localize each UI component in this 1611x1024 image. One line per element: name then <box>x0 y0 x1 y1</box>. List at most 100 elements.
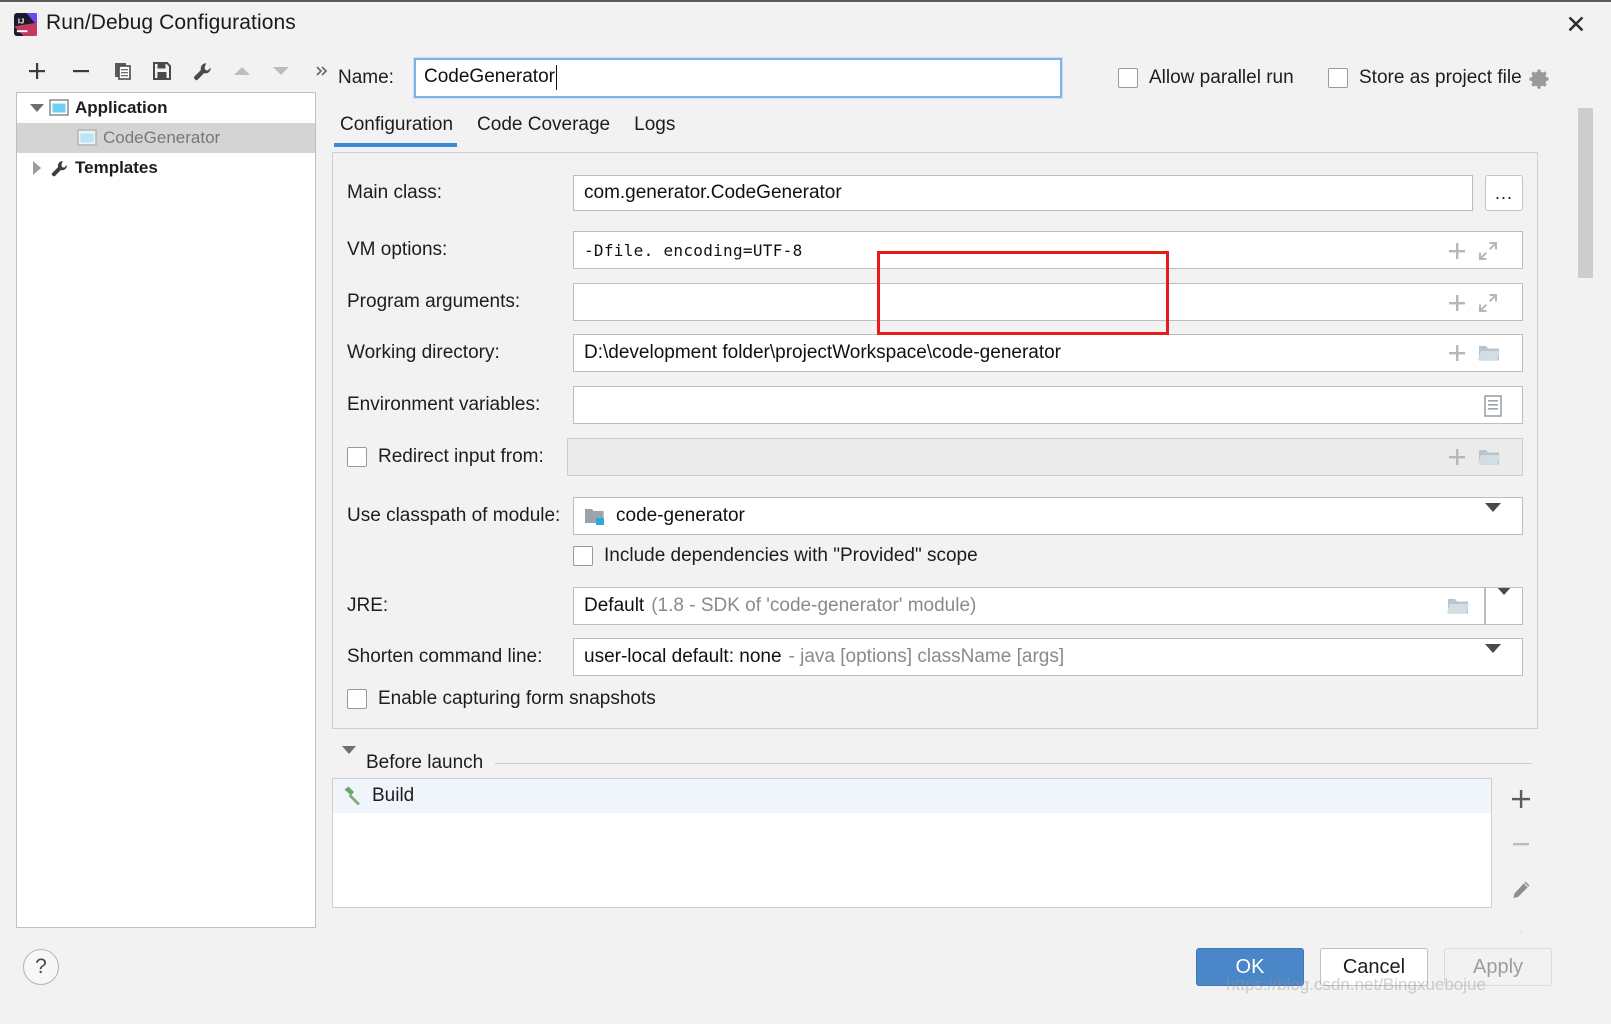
plus-icon[interactable] <box>1447 293 1467 318</box>
module-icon <box>584 507 606 526</box>
allow-parallel-run-label: Allow parallel run <box>1149 67 1294 88</box>
tree-item-application[interactable]: Application <box>17 93 315 123</box>
plus-icon[interactable] <box>1447 447 1467 472</box>
vertical-scrollbar-thumb[interactable] <box>1578 108 1593 278</box>
hammer-icon <box>341 785 363 807</box>
name-input-value: CodeGenerator <box>424 66 555 87</box>
jre-dropdown-button[interactable] <box>1485 587 1523 625</box>
plus-icon[interactable] <box>1447 241 1467 266</box>
configuration-tree[interactable]: Application CodeGenerator Templates <box>16 92 316 928</box>
ok-button[interactable]: OK <box>1196 948 1304 986</box>
copy-icon <box>115 63 131 80</box>
tree-item-codegenerator[interactable]: CodeGenerator <box>17 123 315 153</box>
folder-icon[interactable] <box>1477 447 1501 472</box>
plus-icon[interactable] <box>1447 343 1467 368</box>
before-launch-list[interactable]: Build <box>332 778 1492 908</box>
jre-label: JRE: <box>347 595 389 616</box>
edit-before-launch-task-button[interactable] <box>1506 877 1536 903</box>
cancel-button[interactable]: Cancel <box>1320 948 1428 986</box>
tree-item-templates[interactable]: Templates <box>17 153 315 183</box>
remove-before-launch-task-button[interactable] <box>1506 832 1536 858</box>
use-classpath-combobox[interactable]: code-generator <box>573 497 1523 535</box>
chevron-down-icon[interactable] <box>27 104 47 112</box>
add-configuration-button[interactable] <box>22 55 52 87</box>
checkbox-box <box>573 546 593 566</box>
help-button[interactable]: ? <box>23 949 59 985</box>
configuration-panel: Main class: com.generator.CodeGenerator … <box>332 152 1538 729</box>
vm-options-input[interactable]: -Dfile. encoding=UTF-8 <box>573 231 1523 269</box>
checkbox-box <box>1118 68 1138 88</box>
environment-variables-input[interactable] <box>573 386 1523 424</box>
working-directory-input[interactable]: D:\development folder\projectWorkspace\c… <box>573 334 1523 372</box>
main-class-label: Main class: <box>347 182 443 203</box>
chevron-down-icon[interactable] <box>1485 644 1501 671</box>
jre-value-hint: (1.8 - SDK of 'code-generator' module) <box>651 595 977 616</box>
chevron-down-icon[interactable] <box>1485 503 1501 530</box>
jre-combobox[interactable]: Default (1.8 - SDK of 'code-generator' m… <box>573 587 1485 625</box>
program-arguments-input[interactable] <box>573 283 1523 321</box>
tab-code-coverage[interactable]: Code Coverage <box>475 114 622 144</box>
name-label: Name: <box>338 67 394 88</box>
divider <box>495 762 1532 764</box>
list-icon[interactable] <box>1483 395 1503 422</box>
tab-logs[interactable]: Logs <box>632 114 687 144</box>
before-launch-title: Before launch <box>366 752 484 773</box>
minus-icon <box>1513 843 1529 846</box>
chevron-down-icon[interactable] <box>342 746 356 772</box>
working-directory-label: Working directory: <box>347 342 500 363</box>
shorten-command-line-combobox[interactable]: user-local default: none - java [options… <box>573 638 1523 676</box>
minus-icon <box>73 70 89 73</box>
name-row: Name: CodeGenerator Allow parallel run S… <box>332 57 1590 99</box>
shorten-command-line-hint: - java [options] className [args] <box>788 646 1065 667</box>
chevron-double-right-icon <box>316 66 328 76</box>
save-icon <box>153 62 171 80</box>
save-configuration-button[interactable] <box>147 55 177 87</box>
intellij-idea-icon: IJ <box>14 13 37 36</box>
include-provided-scope-row: Include dependencies with "Provided" sco… <box>333 545 1539 575</box>
program-arguments-actions <box>1447 292 1499 319</box>
copy-configuration-button[interactable] <box>108 55 138 87</box>
include-provided-scope-label: Include dependencies with "Provided" sco… <box>604 545 978 566</box>
gear-icon[interactable] <box>1528 68 1550 95</box>
before-launch-item-label: Build <box>372 785 415 806</box>
main-class-input[interactable]: com.generator.CodeGenerator <box>573 175 1473 211</box>
working-directory-row: Working directory: D:\development folder… <box>333 334 1539 372</box>
pencil-icon <box>1513 881 1530 898</box>
redirect-input-field[interactable] <box>567 438 1523 476</box>
jre-row: JRE: Default (1.8 - SDK of 'code-generat… <box>333 587 1539 625</box>
redirect-input-checkbox[interactable]: Redirect input from: <box>347 446 544 468</box>
allow-parallel-run-checkbox[interactable]: Allow parallel run <box>1118 67 1294 89</box>
configuration-editor: Name: CodeGenerator Allow parallel run S… <box>332 52 1590 940</box>
expand-icon[interactable] <box>1477 292 1499 319</box>
use-classpath-row: Use classpath of module: code-generator <box>333 497 1539 535</box>
expand-icon[interactable] <box>1477 240 1499 267</box>
folder-icon[interactable] <box>1477 343 1501 368</box>
main-class-browse-button[interactable]: ... <box>1485 175 1523 211</box>
folder-icon[interactable] <box>1446 596 1470 621</box>
vm-options-actions <box>1447 240 1499 267</box>
tab-configuration[interactable]: Configuration <box>333 114 465 147</box>
arrow-down-icon <box>273 67 289 75</box>
use-classpath-label: Use classpath of module: <box>347 505 561 526</box>
svg-text:IJ: IJ <box>18 17 24 26</box>
environment-variables-row: Environment variables: <box>333 386 1539 424</box>
list-item[interactable]: Build <box>333 779 1491 813</box>
store-as-project-file-checkbox[interactable]: Store as project file <box>1328 67 1522 89</box>
enable-form-snapshots-label: Enable capturing form snapshots <box>378 688 656 709</box>
use-classpath-value: code-generator <box>616 505 745 526</box>
plus-icon <box>29 63 45 79</box>
remove-configuration-button[interactable] <box>66 55 96 87</box>
application-icon <box>75 129 99 147</box>
move-down-button[interactable] <box>266 55 296 87</box>
chevron-down-icon <box>1496 588 1512 617</box>
before-launch-header: Before launch <box>342 746 1532 774</box>
close-icon[interactable]: ✕ <box>1559 8 1593 42</box>
edit-templates-button[interactable] <box>187 55 217 87</box>
tree-item-label: Application <box>75 98 168 117</box>
move-up-button[interactable] <box>227 55 257 87</box>
add-before-launch-task-button[interactable] <box>1506 786 1536 812</box>
checkbox-box <box>347 689 367 709</box>
include-provided-scope-checkbox[interactable]: Include dependencies with "Provided" sco… <box>573 545 978 567</box>
chevron-right-icon[interactable] <box>27 161 47 175</box>
enable-form-snapshots-checkbox[interactable]: Enable capturing form snapshots <box>347 688 656 710</box>
